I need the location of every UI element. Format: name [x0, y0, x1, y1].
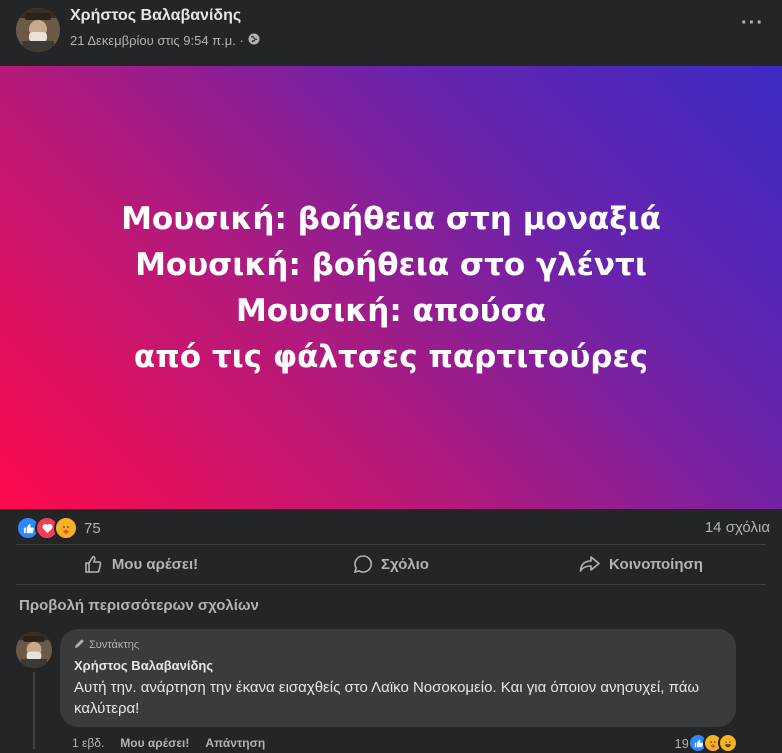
comment-reply-link[interactable]: Απάντηση [205, 736, 265, 750]
haha-icon [718, 733, 738, 753]
divider [16, 584, 766, 585]
post-meta: 21 Δεκεμβρίου στις 9:54 π.μ. · [70, 33, 260, 48]
banner-line: Μουσική: απούσα [235, 292, 547, 329]
comments-count[interactable]: 14 σχόλια [705, 519, 770, 536]
reaction-count: 75 [84, 519, 101, 537]
comment-button[interactable]: Σχόλιο [266, 545, 516, 583]
pencil-icon [74, 638, 85, 652]
comment-bubble: Συντάκτης Χρήστος Βαλαβανίδης Αυτή την. … [60, 629, 736, 727]
comment-reaction-count: 19 [674, 735, 689, 751]
care-icon [54, 516, 78, 540]
post-header: Χρήστος Βαλαβανίδης 21 Δεκεμβρίου στις 9… [0, 0, 782, 66]
comment-reactions[interactable]: 19 [675, 733, 738, 753]
comment-icon [353, 554, 373, 574]
comment-time[interactable]: 1 εβδ. [72, 736, 104, 750]
comment-text: Αυτή την. ανάρτηση την έκανα εισαχθείς σ… [74, 679, 700, 717]
globe-icon [248, 33, 260, 48]
comment-label: Σχόλιο [381, 555, 429, 573]
like-label: Μου αρέσει! [111, 555, 199, 573]
author-badge: Συντάκτης [74, 638, 139, 652]
banner-line: Μουσική: βοήθεια στη μοναξιά [121, 200, 661, 237]
author-badge-label: Συντάκτης [89, 639, 140, 651]
comment-like-link[interactable]: Μου αρέσει! [120, 736, 189, 750]
like-button[interactable]: Μου αρέσει! [16, 545, 266, 583]
post-banner: Μουσική: βοήθεια στη μοναξιά Μουσική: βο… [0, 66, 782, 509]
reactions-summary[interactable]: 75 [16, 516, 101, 540]
banner-line: από τις φάλτσες παρτιτούρες [133, 338, 649, 375]
banner-line: Μουσική: βοήθεια στο γλέντι [135, 246, 647, 283]
post-actions: Μου αρέσει! Σχόλιο Κοινοποίηση [16, 545, 766, 583]
author-avatar[interactable] [16, 8, 60, 52]
thread-line [33, 672, 35, 749]
share-icon [579, 554, 601, 574]
comment-actions: 1 εβδ. Μου αρέσει! Απάντηση [72, 736, 265, 750]
author-name[interactable]: Χρήστος Βαλαβανίδης [70, 7, 241, 25]
commenter-avatar[interactable] [16, 632, 52, 668]
post-timestamp[interactable]: 21 Δεκεμβρίου στις 9:54 π.μ. · [70, 33, 244, 48]
share-label: Κοινοποίηση [609, 555, 703, 573]
share-button[interactable]: Κοινοποίηση [516, 545, 766, 583]
more-options-button[interactable]: ··· [741, 12, 764, 35]
thumbs-up-icon [84, 554, 104, 574]
comment-author[interactable]: Χρήστος Βαλαβανίδης [74, 658, 213, 673]
view-more-comments-link[interactable]: Προβολή περισσότερων σχολίων [19, 597, 259, 614]
